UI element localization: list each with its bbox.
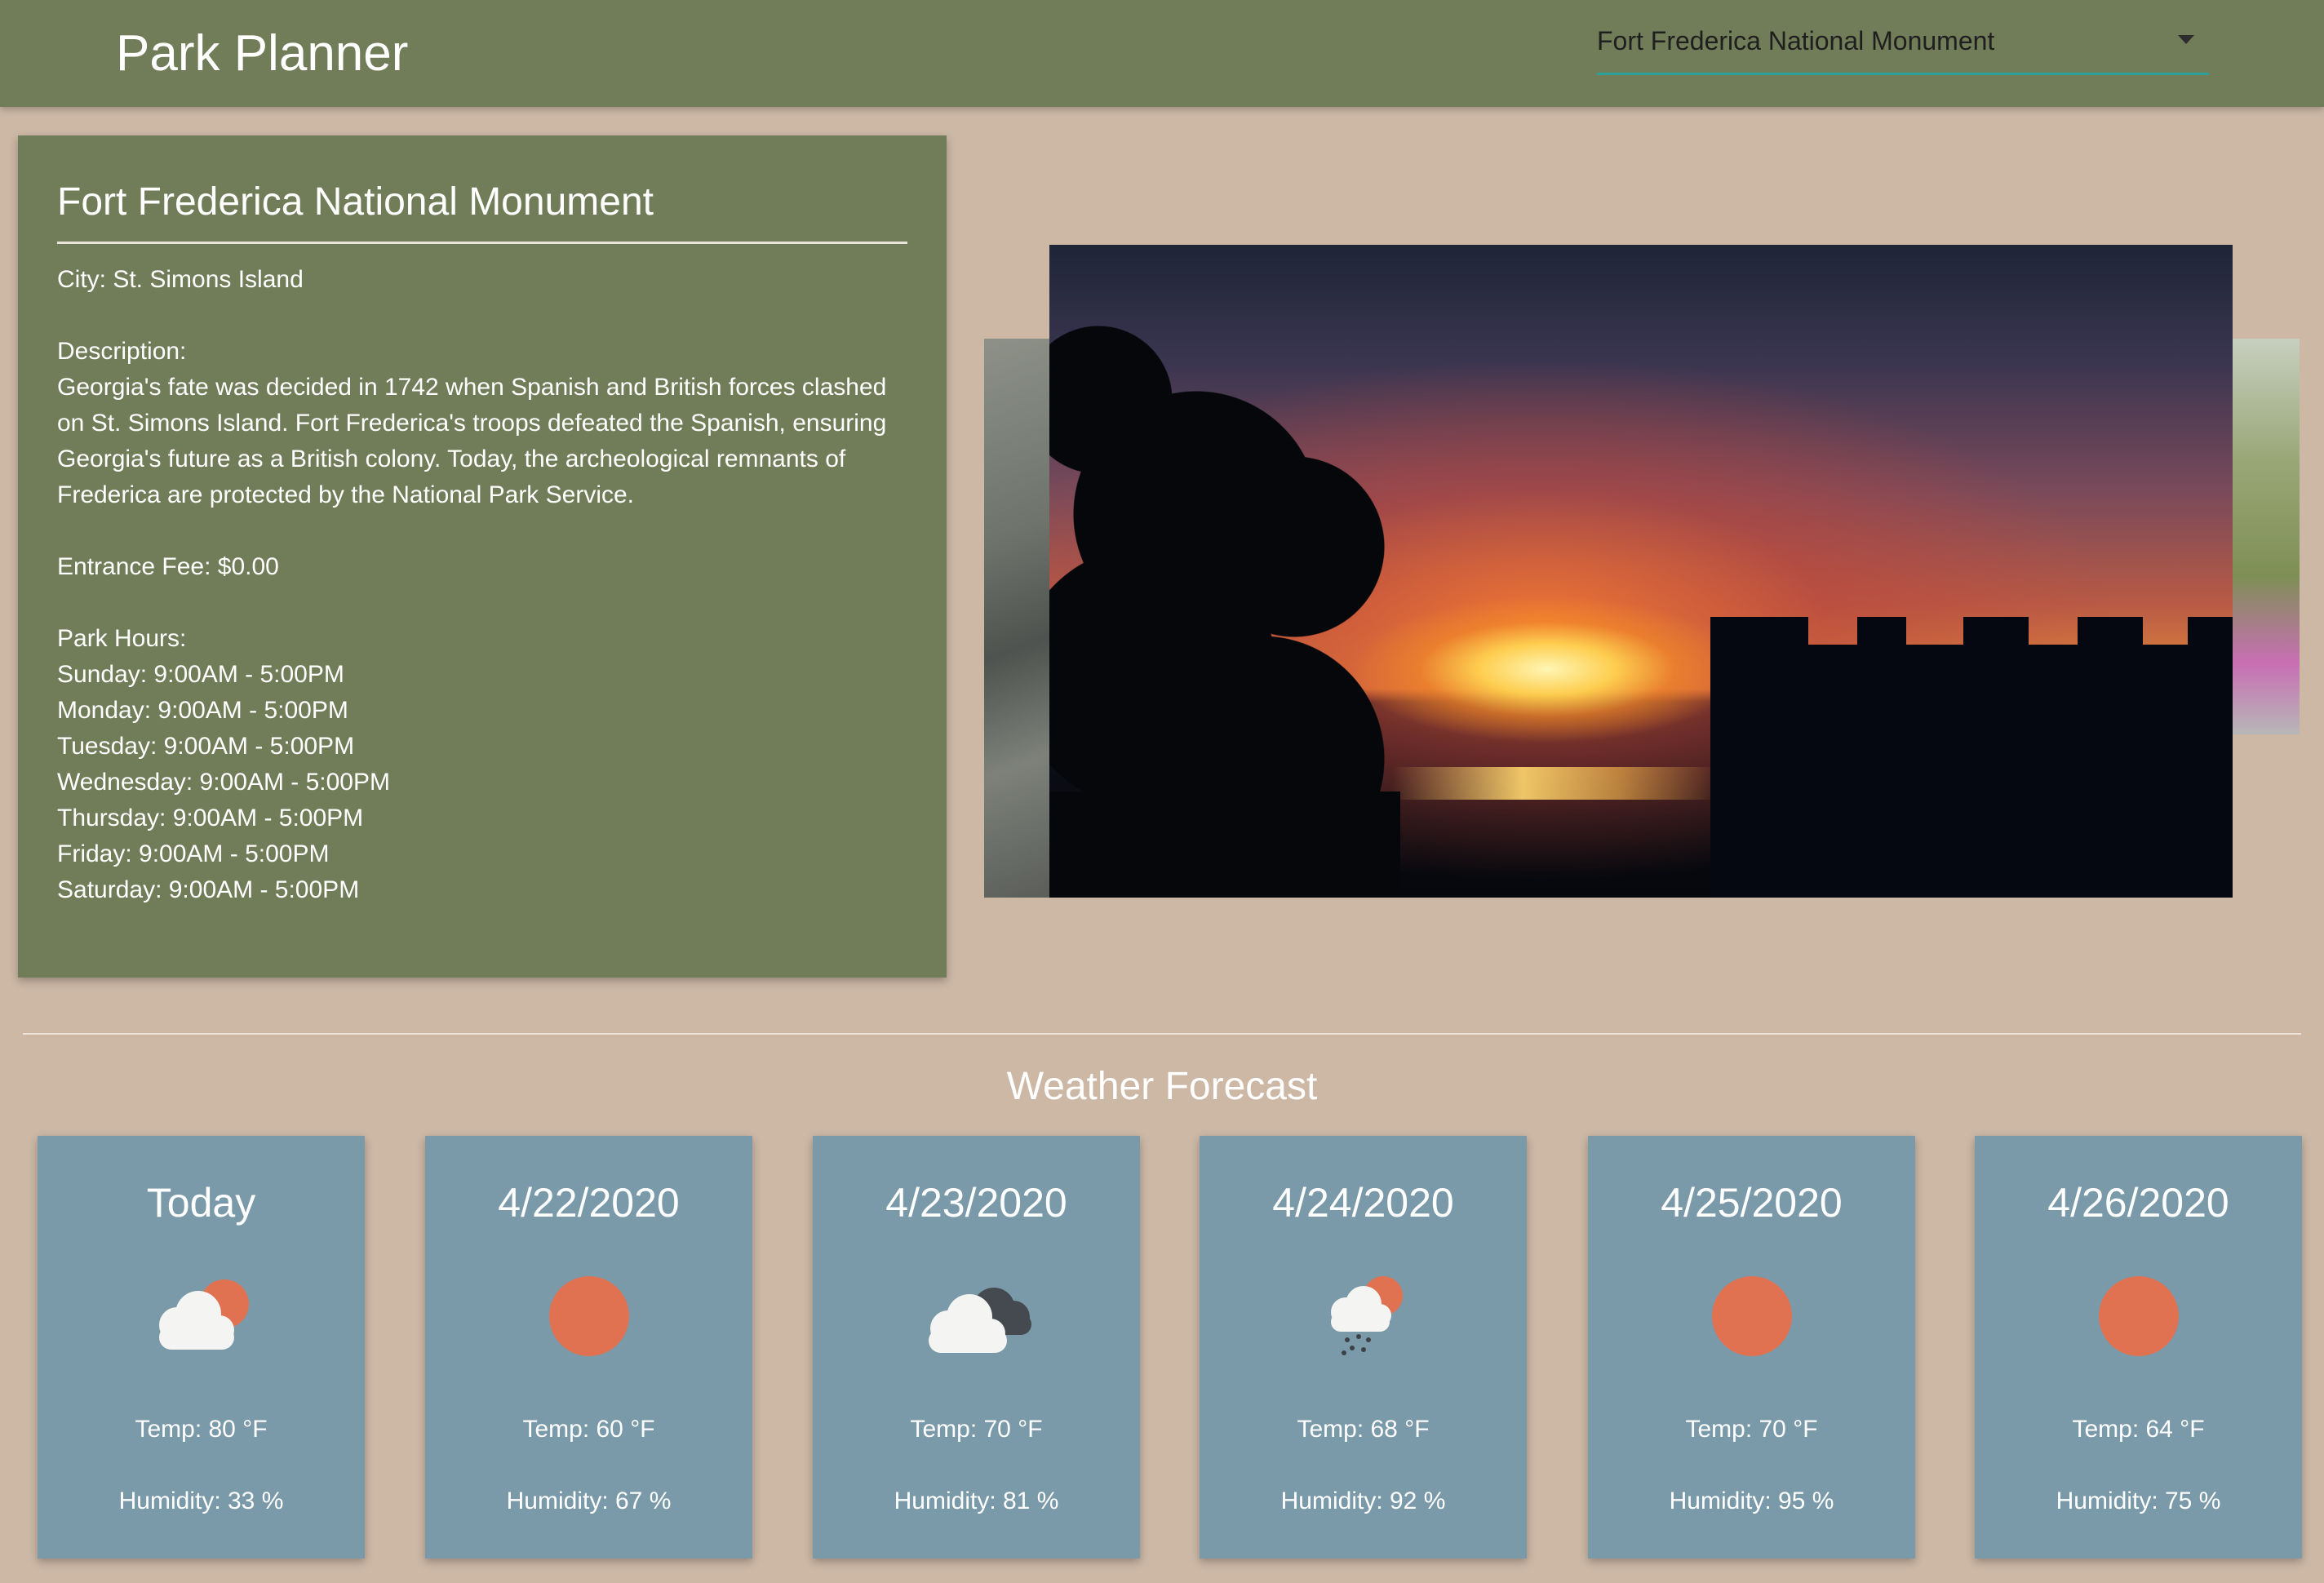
top-navbar: Park Planner Fort Frederica National Mon… [0, 0, 2324, 107]
forecast-date: 4/25/2020 [1661, 1180, 1843, 1226]
description-line: Frederica are protected by the National … [57, 481, 635, 508]
forecast-temp: Temp: 70 °F [1685, 1416, 1818, 1443]
park-hours-friday: Friday: 9:00AM - 5:00PM [57, 840, 330, 867]
forecast-date: 4/24/2020 [1272, 1180, 1454, 1226]
forecast-humidity: Humidity: 81 % [894, 1488, 1059, 1514]
forecast-temp: Temp: 68 °F [1297, 1416, 1430, 1443]
forecast-temp: Temp: 70 °F [910, 1416, 1043, 1443]
park-city: City: St. Simons Island [57, 266, 304, 293]
forecast-humidity: Humidity: 95 % [1669, 1488, 1834, 1514]
forecast-humidity: Humidity: 92 % [1280, 1488, 1446, 1514]
forecast-card-day-4: 4/24/2020 Temp: 68 °F Humidity: 92 % [1200, 1136, 1527, 1559]
description-line: Georgia's fate was decided in 1742 when … [57, 374, 887, 401]
app-title[interactable]: Park Planner [116, 24, 408, 83]
park-hours-tuesday: Tuesday: 9:00AM - 5:00PM [57, 733, 355, 760]
dark-clouds-icon [813, 1271, 1140, 1361]
forecast-date: Today [146, 1180, 256, 1226]
park-hours-saturday: Saturday: 9:00AM - 5:00PM [57, 876, 360, 903]
forecast-humidity: Humidity: 33 % [118, 1488, 284, 1514]
water-reflection [1392, 767, 1719, 800]
description-line: on St. Simons Island. Fort Frederica's t… [57, 410, 887, 437]
forecast-date: 4/26/2020 [2047, 1180, 2229, 1226]
carousel-slide-previous[interactable] [984, 339, 1058, 898]
park-select-dropdown[interactable]: Fort Frederica National Monument [1597, 15, 2209, 75]
forecast-card-day-2: 4/22/2020 Temp: 60 °F Humidity: 67 % [425, 1136, 752, 1559]
entrance-fee: Entrance Fee: $0.00 [57, 553, 279, 580]
park-info-card: Fort Frederica National Monument City: S… [18, 135, 947, 978]
forecast-card-day-3: 4/23/2020 Temp: 70 °F Humidity: 81 % [813, 1136, 1140, 1559]
forecast-date: 4/22/2020 [498, 1180, 680, 1226]
description-label: Description: [57, 338, 187, 365]
partly-sunny-cloud-icon [38, 1271, 365, 1361]
park-photo-carousel[interactable] [984, 245, 2300, 898]
sun-icon [425, 1271, 752, 1361]
park-select-value: Fort Frederica National Monument [1597, 26, 1995, 55]
caret-down-icon[interactable] [2178, 35, 2194, 44]
sun-rain-cloud-icon [1200, 1271, 1527, 1361]
forecast-temp: Temp: 64 °F [2072, 1416, 2205, 1443]
park-hours-label: Park Hours: [57, 625, 187, 652]
park-hours-thursday: Thursday: 9:00AM - 5:00PM [57, 805, 364, 831]
forecast-temp: Temp: 60 °F [522, 1416, 655, 1443]
park-hours-sunday: Sunday: 9:00AM - 5:00PM [57, 661, 344, 688]
section-divider [23, 1033, 2301, 1035]
sun-icon [1588, 1271, 1915, 1361]
carousel-slide-next[interactable] [2233, 339, 2300, 734]
weather-forecast-heading: Weather Forecast [1006, 1065, 1318, 1108]
forecast-card-day-5: 4/25/2020 Temp: 70 °F Humidity: 95 % [1588, 1136, 1915, 1559]
description-line: Georgia's future as a British colony. To… [57, 446, 846, 472]
park-hours-wednesday: Wednesday: 9:00AM - 5:00PM [57, 769, 390, 796]
carousel-slide-active[interactable] [1049, 245, 2233, 898]
fort-silhouette [1710, 617, 2233, 898]
forecast-temp: Temp: 80 °F [135, 1416, 268, 1443]
park-hours-monday: Monday: 9:00AM - 5:00PM [57, 697, 348, 724]
forecast-card-day-6: 4/26/2020 Temp: 64 °F Humidity: 75 % [1975, 1136, 2302, 1559]
tree-silhouette [1049, 302, 1400, 898]
forecast-date: 4/23/2020 [885, 1180, 1067, 1226]
sun-icon [1975, 1271, 2302, 1361]
forecast-card-today: Today Temp: 80 °F Humidity: 33 % [38, 1136, 365, 1559]
park-name-heading: Fort Frederica National Monument [57, 178, 907, 244]
forecast-humidity: Humidity: 67 % [506, 1488, 672, 1514]
forecast-humidity: Humidity: 75 % [2056, 1488, 2221, 1514]
